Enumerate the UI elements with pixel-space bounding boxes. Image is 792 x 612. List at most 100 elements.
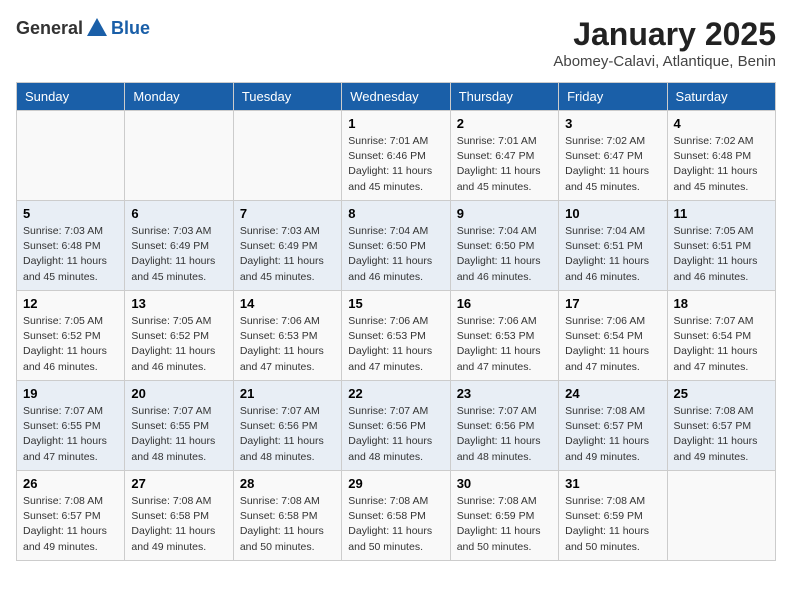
weekday-header-sunday: Sunday <box>17 83 125 111</box>
calendar-week-row: 5 Sunrise: 7:03 AMSunset: 6:48 PMDaylight… <box>17 201 776 291</box>
day-number: 20 <box>131 386 226 401</box>
calendar-cell <box>125 111 233 201</box>
logo-icon <box>85 16 109 40</box>
month-title: January 2025 <box>553 16 776 53</box>
day-number: 2 <box>457 116 552 131</box>
day-info: Sunrise: 7:05 AMSunset: 6:51 PMDaylight:… <box>674 224 769 285</box>
weekday-header-wednesday: Wednesday <box>342 83 450 111</box>
day-number: 28 <box>240 476 335 491</box>
day-number: 21 <box>240 386 335 401</box>
weekday-header-saturday: Saturday <box>667 83 775 111</box>
day-number: 3 <box>565 116 660 131</box>
day-number: 23 <box>457 386 552 401</box>
weekday-header-tuesday: Tuesday <box>233 83 341 111</box>
day-number: 30 <box>457 476 552 491</box>
day-number: 9 <box>457 206 552 221</box>
day-number: 27 <box>131 476 226 491</box>
day-number: 5 <box>23 206 118 221</box>
calendar-cell <box>667 471 775 561</box>
day-number: 4 <box>674 116 769 131</box>
day-number: 24 <box>565 386 660 401</box>
day-info: Sunrise: 7:08 AMSunset: 6:58 PMDaylight:… <box>240 494 335 555</box>
calendar-cell: 2Sunrise: 7:01 AMSunset: 6:47 PMDaylight… <box>450 111 558 201</box>
day-info: Sunrise: 7:08 AMSunset: 6:58 PMDaylight:… <box>131 494 226 555</box>
day-number: 15 <box>348 296 443 311</box>
calendar-cell: 28 Sunrise: 7:08 AMSunset: 6:58 PMDayligh… <box>233 471 341 561</box>
calendar-cell: 25Sunrise: 7:08 AMSunset: 6:57 PMDayligh… <box>667 381 775 471</box>
day-info: Sunrise: 7:07 AMSunset: 6:56 PMDaylight:… <box>348 404 443 465</box>
day-number: 19 <box>23 386 118 401</box>
day-number: 11 <box>674 206 769 221</box>
day-info: Sunrise: 7:07 AMSunset: 6:55 PMDaylight:… <box>131 404 226 465</box>
calendar-cell: 24 Sunrise: 7:08 AMSunset: 6:57 PMDayligh… <box>559 381 667 471</box>
day-info: Sunrise: 7:03 AMSunset: 6:49 PMDaylight:… <box>240 224 335 285</box>
calendar-cell <box>233 111 341 201</box>
calendar-cell: 11 Sunrise: 7:05 AMSunset: 6:51 PMDayligh… <box>667 201 775 291</box>
day-info: Sunrise: 7:07 AMSunset: 6:55 PMDaylight:… <box>23 404 118 465</box>
calendar-cell: 12Sunrise: 7:05 AMSunset: 6:52 PMDayligh… <box>17 291 125 381</box>
day-info: Sunrise: 7:08 AMSunset: 6:59 PMDaylight:… <box>565 494 660 555</box>
calendar-cell: 27 Sunrise: 7:08 AMSunset: 6:58 PMDayligh… <box>125 471 233 561</box>
day-info: Sunrise: 7:04 AMSunset: 6:50 PMDaylight:… <box>457 224 552 285</box>
calendar-cell: 14 Sunrise: 7:06 AMSunset: 6:53 PMDayligh… <box>233 291 341 381</box>
calendar-cell: 10Sunrise: 7:04 AMSunset: 6:51 PMDayligh… <box>559 201 667 291</box>
calendar-cell: 3 Sunrise: 7:02 AMSunset: 6:47 PMDaylight… <box>559 111 667 201</box>
logo: General Blue <box>16 16 150 40</box>
day-info: Sunrise: 7:06 AMSunset: 6:53 PMDaylight:… <box>348 314 443 375</box>
day-info: Sunrise: 7:07 AMSunset: 6:56 PMDaylight:… <box>457 404 552 465</box>
weekday-header-monday: Monday <box>125 83 233 111</box>
day-info: Sunrise: 7:02 AMSunset: 6:47 PMDaylight:… <box>565 134 660 195</box>
day-number: 14 <box>240 296 335 311</box>
day-number: 7 <box>240 206 335 221</box>
calendar-cell: 22 Sunrise: 7:07 AMSunset: 6:56 PMDayligh… <box>342 381 450 471</box>
day-info: Sunrise: 7:04 AMSunset: 6:51 PMDaylight:… <box>565 224 660 285</box>
logo-text-blue: Blue <box>111 18 150 39</box>
calendar-cell: 6 Sunrise: 7:03 AMSunset: 6:49 PMDaylight… <box>125 201 233 291</box>
day-number: 8 <box>348 206 443 221</box>
calendar-week-row: 12 Sunrise: 7:05 AMSunset: 6:52 PMDayligh… <box>17 291 776 381</box>
day-info: Sunrise: 7:06 AMSunset: 6:53 PMDaylight:… <box>240 314 335 375</box>
day-info: Sunrise: 7:04 AMSunset: 6:50 PMDaylight:… <box>348 224 443 285</box>
day-info: Sunrise: 7:05 AMSunset: 6:52 PMDaylight:… <box>131 314 226 375</box>
logo-text-general: General <box>16 18 83 39</box>
title-block: January 2025 Abomey-Calavi, Atlantique, … <box>553 16 776 70</box>
day-info: Sunrise: 7:07 AMSunset: 6:54 PMDaylight:… <box>674 314 769 375</box>
day-number: 31 <box>565 476 660 491</box>
calendar-cell: 16Sunrise: 7:06 AMSunset: 6:53 PMDayligh… <box>450 291 558 381</box>
day-info: Sunrise: 7:01 AMSunset: 6:46 PMDaylight:… <box>348 134 443 195</box>
day-info: Sunrise: 7:03 AMSunset: 6:48 PMDaylight:… <box>23 224 118 285</box>
day-number: 1 <box>348 116 443 131</box>
day-info: Sunrise: 7:08 AMSunset: 6:57 PMDaylight:… <box>674 404 769 465</box>
header: General Blue January 2025 Abomey-Calavi,… <box>16 16 776 70</box>
calendar-cell: 7 Sunrise: 7:03 AMSunset: 6:49 PMDaylight… <box>233 201 341 291</box>
calendar-cell: 19 Sunrise: 7:07 AMSunset: 6:55 PMDayligh… <box>17 381 125 471</box>
calendar-cell <box>17 111 125 201</box>
calendar-cell: 1 Sunrise: 7:01 AMSunset: 6:46 PMDaylight… <box>342 111 450 201</box>
calendar-cell: 31 Sunrise: 7:08 AMSunset: 6:59 PMDayligh… <box>559 471 667 561</box>
day-number: 12 <box>23 296 118 311</box>
day-number: 22 <box>348 386 443 401</box>
day-info: Sunrise: 7:08 AMSunset: 6:57 PMDaylight:… <box>565 404 660 465</box>
day-info: Sunrise: 7:03 AMSunset: 6:49 PMDaylight:… <box>131 224 226 285</box>
weekday-header-friday: Friday <box>559 83 667 111</box>
calendar-cell: 29Sunrise: 7:08 AMSunset: 6:58 PMDayligh… <box>342 471 450 561</box>
day-number: 6 <box>131 206 226 221</box>
calendar-cell: 4 Sunrise: 7:02 AMSunset: 6:48 PMDaylight… <box>667 111 775 201</box>
calendar-week-row: 19 Sunrise: 7:07 AMSunset: 6:55 PMDayligh… <box>17 381 776 471</box>
calendar-table: SundayMondayTuesdayWednesdayThursdayFrid… <box>16 82 776 561</box>
day-number: 18 <box>674 296 769 311</box>
day-info: Sunrise: 7:02 AMSunset: 6:48 PMDaylight:… <box>674 134 769 195</box>
day-number: 13 <box>131 296 226 311</box>
calendar-cell: 18 Sunrise: 7:07 AMSunset: 6:54 PMDayligh… <box>667 291 775 381</box>
day-number: 16 <box>457 296 552 311</box>
day-info: Sunrise: 7:08 AMSunset: 6:57 PMDaylight:… <box>23 494 118 555</box>
calendar-cell: 26 Sunrise: 7:08 AMSunset: 6:57 PMDayligh… <box>17 471 125 561</box>
day-info: Sunrise: 7:07 AMSunset: 6:56 PMDaylight:… <box>240 404 335 465</box>
weekday-header-thursday: Thursday <box>450 83 558 111</box>
calendar-week-row: 1 Sunrise: 7:01 AMSunset: 6:46 PMDaylight… <box>17 111 776 201</box>
day-info: Sunrise: 7:08 AMSunset: 6:59 PMDaylight:… <box>457 494 552 555</box>
day-number: 17 <box>565 296 660 311</box>
calendar-cell: 8 Sunrise: 7:04 AMSunset: 6:50 PMDaylight… <box>342 201 450 291</box>
day-number: 26 <box>23 476 118 491</box>
day-info: Sunrise: 7:06 AMSunset: 6:54 PMDaylight:… <box>565 314 660 375</box>
